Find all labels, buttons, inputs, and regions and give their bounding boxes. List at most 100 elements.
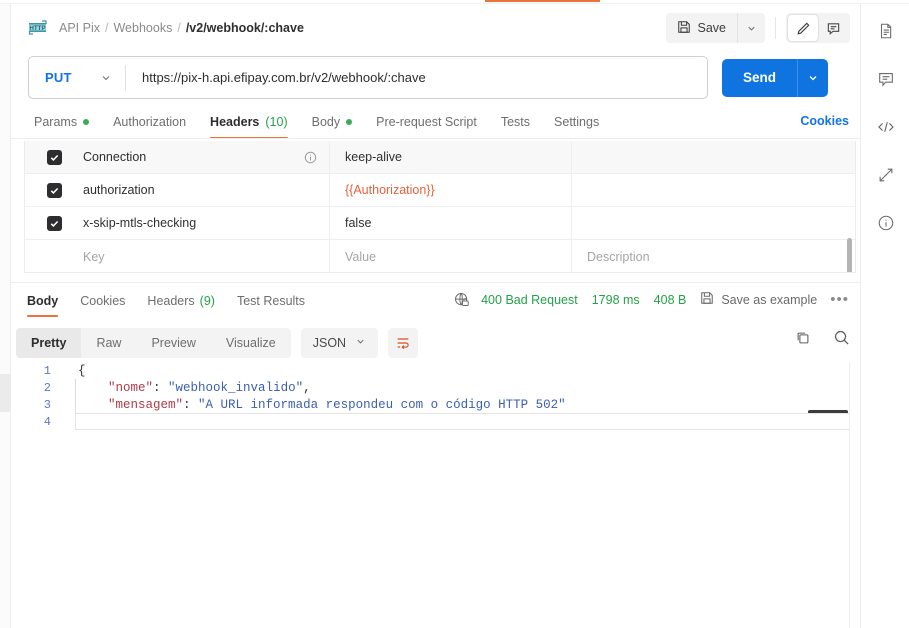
sidebar-handle[interactable] — [0, 374, 11, 412]
header-description-placeholder: Description — [587, 249, 650, 264]
breadcrumb-current: /v2/webhook/:chave — [185, 21, 304, 35]
url-box: PUT https://pix-h.api.efipay.com.br/v2/w… — [28, 56, 708, 99]
send-button-group[interactable]: Send — [722, 58, 828, 97]
header-value-cell[interactable]: false — [330, 206, 572, 240]
comment-icon[interactable] — [818, 15, 848, 41]
language-value: JSON — [312, 336, 347, 350]
header-description-cell[interactable] — [572, 141, 855, 174]
response-tab-cookies[interactable]: Cookies — [69, 289, 136, 313]
header-icon-group — [786, 13, 850, 43]
header-key-input[interactable]: Key — [83, 240, 330, 272]
format-tab-pretty[interactable]: Pretty — [16, 328, 82, 358]
code-line: 4 } — [11, 413, 860, 430]
header-row[interactable]: Connection keep-alive — [25, 141, 855, 174]
save-dropdown-button[interactable] — [737, 13, 765, 43]
code-line: 2 "nome": "webhook_invalido", — [11, 379, 860, 396]
header-key-cell[interactable]: Connection — [83, 141, 330, 174]
line-number: 4 — [43, 414, 51, 429]
header-row[interactable]: authorization {{Authorization}} — [25, 173, 855, 207]
send-dropdown-button[interactable] — [797, 58, 828, 97]
response-tab-label: Cookies — [80, 294, 126, 308]
floppy-disk-icon — [677, 20, 691, 37]
breadcrumb-item-0[interactable]: API Pix — [59, 21, 100, 35]
floppy-disk-icon — [700, 291, 714, 308]
code-icon[interactable] — [873, 114, 899, 140]
comment-icon[interactable] — [873, 66, 899, 92]
header-description-input[interactable]: Description — [572, 240, 855, 272]
header-key-cell[interactable]: authorization — [83, 173, 330, 207]
request-tab-params[interactable]: Params — [22, 108, 101, 136]
breadcrumb-item-1[interactable]: Webhooks — [113, 21, 172, 35]
send-button[interactable]: Send — [722, 59, 797, 97]
response-tab-test-results[interactable]: Test Results — [226, 289, 316, 313]
active-tab-underline — [485, 0, 600, 2]
postman-request-view: HTTP API Pix / Webhooks / /v2/webhook/:c… — [0, 0, 909, 628]
response-body-tools — [795, 329, 850, 346]
header-key-value: x-skip-mtls-checking — [83, 216, 197, 230]
related-requests-icon[interactable] — [873, 162, 899, 188]
code-text: { — [78, 363, 86, 378]
header-enabled-checkbox[interactable] — [46, 215, 62, 231]
headers-table-scrollbar[interactable] — [847, 238, 852, 272]
response-meta: 400 Bad Request 1798 ms 408 B Save as ex… — [454, 291, 849, 308]
header-row[interactable]: x-skip-mtls-checking false — [25, 206, 855, 240]
request-tab-body[interactable]: Body — [300, 108, 365, 136]
header-key-placeholder: Key — [83, 249, 105, 264]
request-tab-headers[interactable]: Headers (10) — [198, 108, 300, 139]
request-tab-pre-request-script[interactable]: Pre-request Script — [364, 108, 489, 136]
save-button-group[interactable]: Save — [665, 13, 765, 43]
request-tabs-divider — [11, 138, 860, 139]
sidebar-gutter[interactable] — [0, 4, 11, 628]
search-icon[interactable] — [833, 329, 850, 346]
request-tabs: Params Authorization Headers (10) Body Pre-re… — [11, 108, 860, 139]
header-value: keep-alive — [345, 150, 402, 164]
header-enabled-checkbox[interactable] — [46, 182, 62, 198]
header-value: {{Authorization}} — [345, 183, 435, 197]
response-tab-headers[interactable]: Headers (9) — [136, 289, 226, 313]
http-method-select[interactable]: PUT — [29, 57, 125, 98]
request-tab-modified-dot — [346, 119, 353, 125]
header-row-empty[interactable]: Key Value Description — [25, 240, 855, 272]
globe-lock-icon[interactable] — [454, 292, 470, 308]
cookies-link[interactable]: Cookies — [800, 114, 849, 128]
copy-icon[interactable] — [795, 330, 811, 346]
response-more-menu[interactable]: ••• — [830, 292, 849, 307]
pencil-icon[interactable] — [788, 15, 818, 41]
save-button[interactable]: Save — [666, 13, 738, 43]
http-badge-icon: HTTP — [28, 19, 48, 37]
request-tab-settings[interactable]: Settings — [542, 108, 611, 136]
save-as-example-button[interactable]: Save as example — [700, 291, 817, 308]
right-icon-rail — [860, 4, 909, 628]
format-tab-visualize[interactable]: Visualize — [211, 328, 291, 358]
code-text: "nome": "webhook_invalido", — [108, 380, 311, 395]
language-select[interactable]: JSON — [300, 328, 379, 358]
document-icon[interactable] — [873, 18, 899, 44]
request-tab-label: Settings — [554, 115, 600, 129]
info-circle-icon[interactable] — [304, 151, 317, 164]
header-key-cell[interactable]: x-skip-mtls-checking — [83, 206, 330, 240]
line-number: 3 — [43, 397, 51, 412]
response-tabs: Body Cookies Headers (9) Test Results — [16, 289, 316, 317]
header-value-cell[interactable]: keep-alive — [330, 141, 572, 174]
info-circle-icon[interactable] — [873, 210, 899, 236]
header-value-cell[interactable]: {{Authorization}} — [330, 173, 572, 207]
header-enabled-checkbox[interactable] — [46, 149, 62, 165]
header-description-cell[interactable] — [572, 207, 855, 240]
header-value-input[interactable]: Value — [330, 240, 572, 272]
request-tab-authorization[interactable]: Authorization — [101, 108, 198, 136]
header-key-value: Connection — [83, 150, 147, 164]
response-body-editor[interactable]: 1 {2 "nome": "webhook_invalido", 3 "mensa… — [11, 362, 860, 628]
code-line: 1 { — [11, 362, 860, 379]
format-tab-raw[interactable]: Raw — [81, 328, 136, 358]
header-description-cell[interactable] — [572, 174, 855, 207]
response-tab-body[interactable]: Body — [16, 289, 69, 317]
request-tab-tests[interactable]: Tests — [489, 108, 542, 136]
url-input[interactable]: https://pix-h.api.efipay.com.br/v2/webho… — [126, 57, 707, 98]
response-tab-label: Headers — [147, 294, 195, 308]
response-time: 1798 ms — [591, 292, 640, 307]
request-tab-label: Params — [34, 115, 78, 129]
word-wrap-icon[interactable] — [388, 328, 419, 358]
breadcrumb-separator-2: / — [177, 21, 181, 35]
format-tab-preview[interactable]: Preview — [136, 328, 210, 358]
format-tab-group: Pretty Raw Preview Visualize — [16, 328, 291, 358]
